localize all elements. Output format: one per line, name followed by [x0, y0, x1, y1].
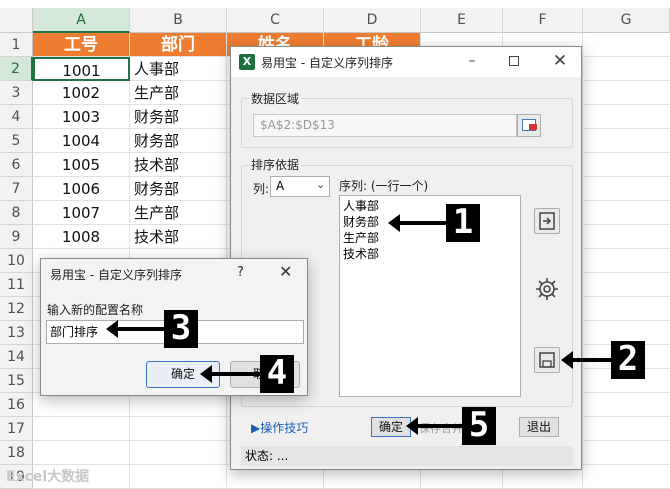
cell-b6[interactable]: 技术部	[130, 153, 227, 177]
cell-a1[interactable]: 工号	[33, 33, 130, 57]
cell-a5[interactable]: 1004	[33, 129, 130, 153]
row-header-11[interactable]: 11	[0, 273, 33, 297]
row-header-10[interactable]: 10	[0, 249, 33, 273]
data-region-label: 数据区域	[249, 90, 302, 107]
name-dialog-title: 易用宝 - 自定义序列排序	[50, 268, 182, 282]
row-header-4[interactable]: 4	[0, 105, 33, 129]
callout-1: 1	[446, 204, 480, 242]
import-sequence-button[interactable]	[534, 208, 560, 234]
sequence-label: 序列: (一行一个)	[339, 179, 429, 193]
cell-b1[interactable]: 部门	[130, 33, 227, 57]
dialog-title: 易用宝 - 自定义序列排序	[261, 56, 393, 70]
exit-button[interactable]: 退出	[519, 417, 559, 437]
cell-b2[interactable]: 人事部	[130, 57, 227, 81]
callout-arrow-3	[106, 320, 164, 338]
sort-basis-label: 排序依据	[249, 156, 302, 173]
callout-2: 2	[611, 341, 645, 379]
row-header-7[interactable]: 7	[0, 177, 33, 201]
minimize-icon[interactable]: –	[463, 53, 481, 71]
cell-a7[interactable]: 1006	[33, 177, 130, 201]
column-header-g[interactable]: G	[583, 8, 670, 33]
row-header-18[interactable]: 18	[0, 441, 33, 465]
callout-5: 5	[462, 407, 496, 445]
range-picker-icon-mark	[529, 124, 537, 130]
callout-arrow-5	[406, 417, 462, 435]
cell-b4[interactable]: 财务部	[130, 105, 227, 129]
cell-a4[interactable]: 1003	[33, 105, 130, 129]
watermark: Excel大数据	[6, 469, 90, 485]
name-prompt: 输入新的配置名称	[47, 303, 144, 317]
column-select-value: A	[276, 179, 285, 193]
row-header-8[interactable]: 8	[0, 201, 33, 225]
column-select[interactable]: A ⌄	[270, 176, 330, 197]
row-header-1[interactable]: 1	[0, 33, 33, 57]
cell-b8[interactable]: 生产部	[130, 201, 227, 225]
range-input[interactable]: $A$2:$D$13	[253, 114, 517, 137]
row-header-12[interactable]: 12	[0, 297, 33, 321]
row-header-13[interactable]: 13	[0, 321, 33, 345]
save-config-button[interactable]	[534, 347, 560, 373]
cell-a3[interactable]: 1002	[33, 81, 130, 105]
column-header-e[interactable]: E	[421, 8, 503, 33]
close-icon[interactable]: ✕	[279, 262, 292, 281]
callout-4: 4	[260, 355, 294, 393]
settings-button[interactable]	[534, 276, 560, 302]
sequence-item: 生产部	[343, 231, 380, 245]
row-header-2[interactable]: 2	[0, 57, 33, 81]
cell-b7[interactable]: 财务部	[130, 177, 227, 201]
row-header-15[interactable]: 15	[0, 369, 33, 393]
sequence-item: 技术部	[343, 247, 380, 261]
column-header-c[interactable]: C	[227, 8, 324, 33]
cell-b9[interactable]: 技术部	[130, 225, 227, 249]
column-header-f[interactable]: F	[503, 8, 583, 33]
import-icon	[539, 212, 555, 230]
callout-arrow-4	[200, 365, 260, 383]
row-header-9[interactable]: 9	[0, 225, 33, 249]
row-header-5[interactable]: 5	[0, 129, 33, 153]
title-bar[interactable]: X 易用宝 - 自定义序列排序 – ✕	[231, 47, 581, 77]
cell-a6[interactable]: 1005	[33, 153, 130, 177]
sequence-item: 财务部	[343, 215, 380, 229]
column-label: 列:	[253, 182, 270, 196]
sequence-textarea[interactable]: 人事部 财务部 生产部 技术部	[339, 195, 521, 397]
close-icon[interactable]: ✕	[551, 51, 569, 71]
cell-a2-active[interactable]: 1001	[33, 57, 130, 81]
status-bar: 状态: ...	[241, 446, 573, 466]
sequence-item: 人事部	[343, 199, 380, 213]
row-header-14[interactable]: 14	[0, 345, 33, 369]
callout-arrow-1	[388, 214, 446, 232]
excel-app-icon: X	[239, 54, 255, 70]
column-header-a[interactable]: A	[33, 8, 130, 33]
select-all-corner[interactable]	[0, 8, 33, 33]
maximize-icon[interactable]	[509, 56, 519, 66]
gear-icon	[536, 278, 558, 300]
row-header-6[interactable]: 6	[0, 153, 33, 177]
row-header-17[interactable]: 17	[0, 417, 33, 441]
chevron-down-icon: ⌄	[316, 178, 326, 191]
column-header-d[interactable]: D	[324, 8, 421, 33]
range-picker-button[interactable]	[517, 114, 541, 137]
ok-button[interactable]: 确定	[371, 417, 411, 437]
cell-b3[interactable]: 生产部	[130, 81, 227, 105]
save-icon	[539, 352, 555, 368]
callout-3: 3	[164, 310, 198, 348]
extra-option[interactable]: 保存合并	[419, 420, 463, 436]
row-header-16[interactable]: 16	[0, 393, 33, 417]
help-icon[interactable]: ?	[237, 265, 244, 280]
cell-a8[interactable]: 1007	[33, 201, 130, 225]
tips-link[interactable]: ▶操作技巧	[251, 419, 308, 436]
column-header-b[interactable]: B	[130, 8, 227, 33]
cell-a9[interactable]: 1008	[33, 225, 130, 249]
row-header-3[interactable]: 3	[0, 81, 33, 105]
cell-b5[interactable]: 财务部	[130, 129, 227, 153]
callout-arrow-2	[561, 351, 611, 369]
